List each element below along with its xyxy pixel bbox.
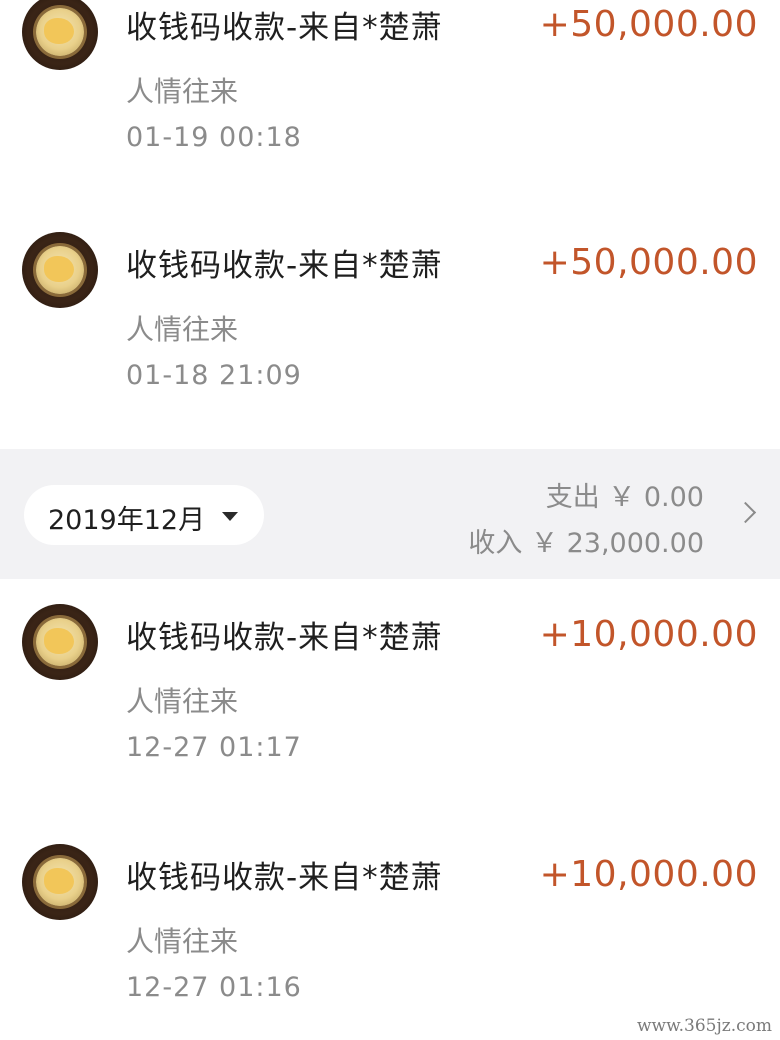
payer-avatar (22, 844, 98, 920)
month-label: 2019年12月 (48, 505, 206, 536)
transaction-title: 收钱码收款-来自*楚萧 (126, 620, 443, 656)
transaction-title: 收钱码收款-来自*楚萧 (126, 248, 443, 284)
transaction-item[interactable]: 收钱码收款-来自*楚萧 +10,000.00 人情往来 12-27 01:16 (0, 844, 780, 1040)
transaction-time: 12-27 01:16 (126, 972, 302, 1003)
transaction-item[interactable]: 收钱码收款-来自*楚萧 +50,000.00 人情往来 01-19 00:18 (0, 0, 780, 184)
income-total: 收入 ￥ 23,000.00 (468, 528, 704, 559)
transaction-time: 01-19 00:18 (126, 122, 302, 153)
transaction-title: 收钱码收款-来自*楚萧 (126, 860, 443, 896)
transaction-amount: +50,000.00 (539, 242, 758, 283)
transaction-amount: +10,000.00 (539, 614, 758, 655)
transaction-item[interactable]: 收钱码收款-来自*楚萧 +10,000.00 人情往来 12-27 01:17 (0, 604, 780, 804)
transaction-category: 人情往来 (126, 685, 239, 718)
expense-total: 支出 ￥ 0.00 (545, 482, 704, 513)
transaction-category: 人情往来 (126, 925, 239, 958)
payer-avatar (22, 232, 98, 308)
transaction-category: 人情往来 (126, 313, 239, 346)
caret-down-icon (222, 512, 238, 521)
transaction-time: 12-27 01:17 (126, 732, 302, 763)
transaction-category: 人情往来 (126, 75, 239, 108)
site-watermark: www.365jz.com (637, 1016, 772, 1036)
payer-avatar (22, 604, 98, 680)
transaction-item[interactable]: 收钱码收款-来自*楚萧 +50,000.00 人情往来 01-18 21:09 (0, 232, 780, 432)
payer-avatar (22, 0, 98, 70)
transaction-title: 收钱码收款-来自*楚萧 (126, 10, 443, 46)
month-selector[interactable]: 2019年12月 (24, 485, 264, 545)
chevron-right-icon[interactable] (734, 501, 757, 524)
transaction-time: 01-18 21:09 (126, 360, 302, 391)
month-summary-bar: 2019年12月 支出 ￥ 0.00 收入 ￥ 23,000.00 (0, 449, 780, 579)
transaction-amount: +10,000.00 (539, 854, 758, 895)
transaction-amount: +50,000.00 (539, 4, 758, 45)
